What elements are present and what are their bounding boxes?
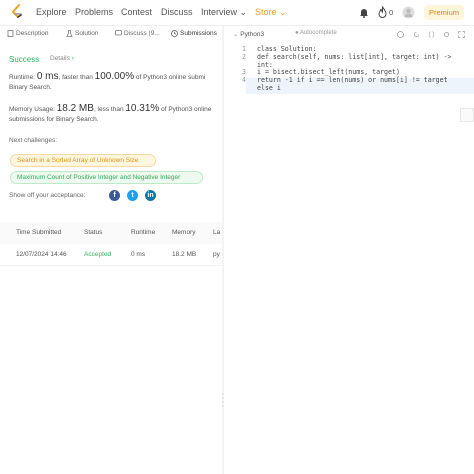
code-area[interactable]: 1 class Solution: 2 def search(self, nums… [224,45,474,93]
cell-time-submitted: 12/07/2024 14:46 [16,251,67,258]
fullscreen-icon[interactable] [458,31,465,38]
col-status[interactable]: Status [84,229,102,236]
top-nav: Explore Problems Contest Discuss Intervi… [0,0,474,26]
language-label: Python3 [240,31,265,38]
chevron-down-icon: ⌄ [279,7,287,17]
chevron-right-icon: › [71,55,74,62]
tab-solution-label: Solution [75,30,99,37]
resize-handle-icon[interactable] [222,392,224,410]
history-icon [171,30,178,37]
memory-stat: Memory Usage: 18.2 MB, less than 10.31% … [9,104,221,125]
facebook-icon[interactable]: f [109,190,120,201]
tab-discuss[interactable]: Discuss (9... [115,30,160,37]
share-label: Show off your acceptance: [9,192,86,199]
left-tabs: Description Solution Discuss (9... Submi… [0,28,222,42]
challenge-chip-1[interactable]: Search in a Sorted Array of Unknown Size [10,154,156,167]
runtime-prefix: Runtime: [9,74,37,81]
submission-detail-panel: Success Details › Runtime: 0 ms, faster … [0,44,222,474]
info-icon[interactable] [397,31,404,38]
side-panel-toggle-button[interactable] [460,108,474,122]
nav-store[interactable]: Store ⌄ [255,7,287,18]
runtime-suffix: of Python3 online submi [134,74,206,81]
runtime-value: 0 ms [36,71,59,82]
nav-interview[interactable]: Interview ⌄ [201,7,247,18]
twitter-icon[interactable]: t [127,190,138,201]
challenge-chip-2[interactable]: Maximum Count of Positive Integer and Ne… [10,171,203,184]
details-link[interactable]: Details › [50,55,74,62]
leetcode-logo-icon[interactable] [10,4,24,22]
table-row[interactable]: 12/07/2024 14:46 Accepted 0 ms 18.2 MB p… [0,244,222,266]
memory-percent: 10.31% [125,103,160,114]
nav-contest[interactable]: Contest [121,7,152,17]
tab-submissions-label: Submissions [180,30,217,37]
tab-solution[interactable]: Solution [66,30,99,37]
memory-value: 18.2 MB [56,103,94,114]
editor-toolbar: ⌄ Python3 ● Autocomplete [224,28,474,42]
code-text: def search(self, nums: list[int], target… [257,52,452,61]
settings-icon[interactable] [443,31,450,38]
chevron-down-icon: ⌄ [233,31,239,38]
nav-interview-label: Interview [201,7,238,17]
submission-status: Success [9,55,40,64]
tab-description[interactable]: Description [7,30,49,37]
next-challenges-label: Next challenges: [9,137,58,144]
nav-explore[interactable]: Explore [36,7,67,17]
details-label: Details [50,55,70,62]
autocomplete-label: Autocomplete [299,30,337,36]
memory-mid: , less than [93,106,126,113]
cell-status[interactable]: Accepted [84,251,111,258]
runtime-percent: 100.00% [94,71,135,82]
notification-count: 0 [389,8,394,17]
bell-icon[interactable] [359,7,369,18]
col-time-submitted[interactable]: Time Submitted [16,229,61,236]
code-text: else i [257,83,281,92]
nav-store-label: Store [255,7,277,17]
memory-line2: submissions for Binary Search. [9,116,99,123]
linkedin-icon[interactable]: in [145,190,156,201]
col-runtime[interactable]: Runtime [131,229,155,236]
flask-icon [66,30,73,37]
line-number: 4 [242,76,246,85]
reset-icon[interactable] [413,31,420,38]
line-number: 2 [242,52,246,61]
code-editor-panel: ⌄ Python3 ● Autocomplete 1 class Solution… [224,26,474,474]
language-select[interactable]: ⌄ Python3 [233,30,264,38]
nav-discuss[interactable]: Discuss [161,7,193,17]
braces-icon[interactable] [428,31,435,38]
code-line: else i [224,83,474,93]
runtime-stat: Runtime: 0 ms, faster than 100.00% of Py… [9,72,221,93]
fire-icon[interactable] [378,6,387,18]
runtime-mid: , faster than [58,74,95,81]
user-avatar-icon[interactable] [402,6,415,19]
memory-prefix: Memory Usage: [9,106,57,113]
code-text: return -1 if i == len(nums) or nums[i] !… [257,76,448,85]
runtime-line2: Binary Search. [9,84,52,91]
memory-suffix: of Python3 online [159,106,212,113]
comment-icon [115,30,122,36]
cell-memory: 18.2 MB [172,251,197,258]
chevron-down-icon: ⌄ [239,7,248,17]
nav-problems[interactable]: Problems [75,7,113,17]
tab-description-label: Description [16,30,49,37]
autocomplete-toggle[interactable]: ● Autocomplete [295,30,337,36]
tab-discuss-label: Discuss (9... [124,30,160,37]
submissions-table-header: Time Submitted Status Runtime Memory La [0,222,222,244]
col-memory[interactable]: Memory [172,229,195,236]
tab-submissions[interactable]: Submissions [171,30,217,37]
document-icon [7,30,14,37]
cell-language: py [213,251,220,258]
col-language[interactable]: La [213,229,220,236]
premium-button[interactable]: Premium [424,5,464,20]
cell-runtime: 0 ms [131,251,146,258]
